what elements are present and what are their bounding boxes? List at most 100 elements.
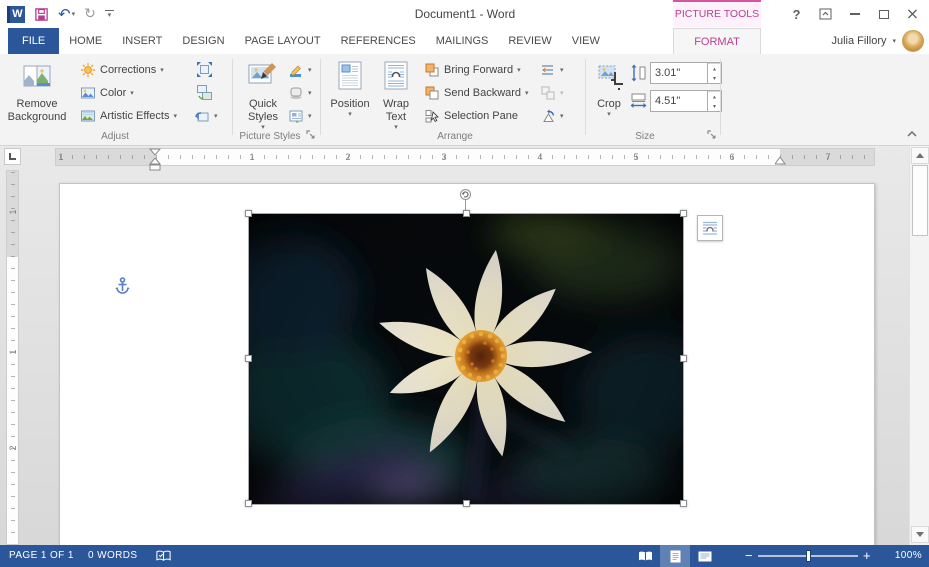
tab-file[interactable]: FILE (8, 28, 60, 54)
ruler-number: 3 (441, 152, 447, 162)
wrap-text-button[interactable]: Wrap Text ▾ (374, 57, 418, 138)
print-layout-icon (670, 550, 680, 562)
account-menu[interactable]: Julia Fillory ▾ (831, 29, 924, 53)
resize-handle-e[interactable] (680, 355, 687, 362)
rotation-handle[interactable] (459, 188, 472, 204)
picture-border-button[interactable]: ▾ (288, 59, 312, 81)
dropdown-arrow-icon: ▾ (308, 111, 312, 120)
vertical-ruler[interactable]: 1 1 2 (6, 170, 19, 545)
dropdown-arrow-icon: ▾ (173, 111, 177, 120)
tab-insert[interactable]: INSERT (112, 28, 172, 54)
scroll-up-button[interactable] (911, 147, 929, 164)
scroll-down-button[interactable] (911, 526, 929, 543)
send-backward-button[interactable]: Send Backward ▾ (424, 82, 529, 104)
word-count[interactable]: 0 WORDS (88, 545, 137, 567)
tab-stop-selector[interactable] (4, 148, 21, 165)
scroll-up-icon (916, 153, 924, 158)
zoom-level[interactable]: 100% (880, 545, 922, 567)
artistic-effects-button[interactable]: Artistic Effects ▾ (80, 105, 177, 127)
layout-options-button[interactable] (697, 215, 723, 241)
crop-button[interactable]: Crop ▾ (590, 57, 628, 138)
resize-handle-se[interactable] (680, 500, 687, 507)
web-layout-button[interactable] (690, 545, 720, 567)
corrections-button[interactable]: Corrections ▾ (80, 59, 164, 81)
read-mode-button[interactable] (630, 545, 660, 567)
compress-pictures-button[interactable] (193, 59, 215, 80)
zoom-slider-thumb[interactable] (806, 550, 811, 562)
tab-view[interactable]: VIEW (562, 28, 610, 54)
picture-effects-button[interactable]: ▾ (288, 82, 312, 104)
group-divider (320, 59, 321, 135)
height-input[interactable] (651, 63, 707, 83)
horizontal-ruler[interactable]: 1 1 2 3 4 5 6 7 (55, 148, 875, 171)
proofing-status-button[interactable] (155, 549, 172, 567)
picture-effects-icon (290, 87, 302, 100)
picture-layout-button[interactable]: ▾ (288, 105, 312, 127)
remove-background-button[interactable]: Remove Background (6, 57, 68, 138)
color-button[interactable]: Color ▾ (80, 82, 134, 104)
dropdown-arrow-icon: ▾ (892, 36, 896, 45)
resize-handle-w[interactable] (245, 355, 252, 362)
reset-picture-icon (195, 111, 209, 121)
resize-handle-ne[interactable] (680, 210, 687, 217)
dropdown-arrow-icon: ▾ (394, 123, 398, 131)
tab-page-layout[interactable]: PAGE LAYOUT (235, 28, 331, 54)
scrollbar-thumb[interactable] (912, 165, 928, 236)
close-button[interactable]: × (898, 1, 927, 27)
word-logo-icon[interactable]: W (7, 5, 25, 23)
maximize-button[interactable] (869, 1, 898, 27)
size-dialog-launcher[interactable] (707, 130, 718, 141)
right-indent-marker[interactable] (775, 157, 786, 166)
minimize-button[interactable] (840, 1, 869, 27)
tab-home[interactable]: HOME (59, 28, 112, 54)
tab-design[interactable]: DESIGN (172, 28, 234, 54)
ruler-number: 1 (249, 152, 255, 162)
read-mode-icon (638, 551, 652, 561)
rotate-objects-button[interactable]: ▾ (540, 105, 564, 127)
selected-picture[interactable] (219, 189, 719, 524)
shape-height-icon (631, 64, 646, 82)
ruler-number: 1 (8, 209, 18, 215)
change-picture-button[interactable] (193, 82, 215, 103)
group-objects-icon (541, 86, 555, 100)
save-button[interactable] (34, 7, 49, 22)
tab-review[interactable]: REVIEW (498, 28, 561, 54)
remove-background-label: Remove Background (7, 98, 67, 123)
dropdown-arrow-icon: ▾ (261, 123, 265, 131)
group-objects-button[interactable]: ▾ (540, 82, 564, 104)
resize-handle-nw[interactable] (245, 210, 252, 217)
document-page[interactable] (59, 183, 875, 545)
zoom-in-button[interactable]: + (860, 545, 874, 567)
bring-forward-button[interactable]: Bring Forward ▾ (424, 59, 521, 81)
zoom-out-button[interactable]: − (742, 545, 756, 567)
width-input[interactable] (651, 91, 707, 111)
picture-styles-dialog-launcher[interactable] (306, 130, 317, 141)
selection-pane-button[interactable]: Selection Pane (424, 105, 518, 127)
align-button[interactable]: ▾ (540, 59, 564, 81)
resize-handle-n[interactable] (463, 210, 470, 217)
position-button[interactable]: Position ▾ (328, 57, 372, 138)
vertical-scrollbar[interactable] (909, 146, 929, 545)
resize-handle-sw[interactable] (245, 500, 252, 507)
window-title: Document1 - Word (414, 7, 516, 21)
redo-button[interactable]: ↻ (84, 7, 96, 21)
print-layout-button[interactable] (660, 545, 690, 567)
tab-mailings[interactable]: MAILINGS (426, 28, 499, 54)
undo-button[interactable]: ↶ ▾ (58, 7, 75, 22)
tab-references[interactable]: REFERENCES (331, 28, 426, 54)
customize-qat-button[interactable]: ▾ (104, 9, 114, 19)
tab-format[interactable]: FORMAT (673, 28, 761, 55)
indent-markers[interactable] (148, 148, 162, 174)
resize-handle-s[interactable] (463, 500, 470, 507)
ribbon-display-options-button[interactable] (811, 1, 840, 27)
flower-photo (219, 210, 719, 524)
page-indicator[interactable]: PAGE 1 OF 1 (9, 545, 74, 567)
collapse-ribbon-button[interactable] (905, 129, 921, 141)
reset-picture-button[interactable]: ▾ (193, 105, 218, 127)
ruler-number: 6 (729, 152, 735, 162)
corrections-label: Corrections (100, 64, 157, 76)
dropdown-arrow-icon: ▾ (308, 65, 312, 74)
quick-styles-button[interactable]: Quick Styles ▾ (240, 57, 286, 138)
layout-options-icon (703, 221, 717, 235)
help-button[interactable]: ? (782, 1, 811, 27)
